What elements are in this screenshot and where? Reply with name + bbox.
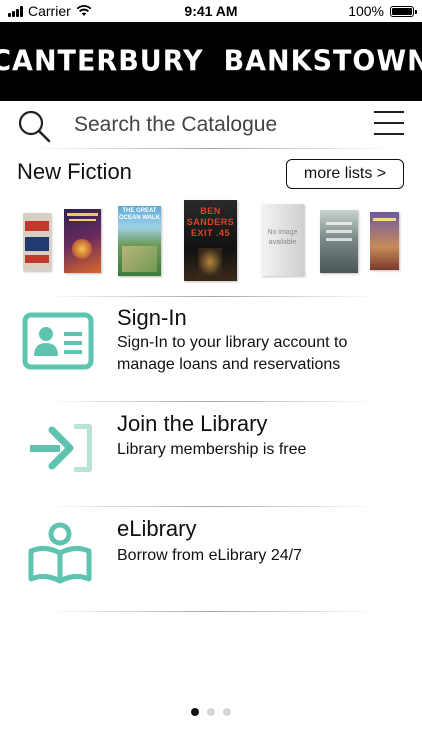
book-cover-4[interactable]: BEN SANDERS EXIT .45 [184, 200, 237, 281]
id-card-icon [22, 312, 94, 370]
book-cover-1[interactable] [23, 213, 51, 271]
row-divider-3 [46, 611, 376, 612]
book-cover-7[interactable] [370, 212, 399, 270]
page-dot-3[interactable] [223, 708, 231, 716]
join-library-description: Library membership is free [117, 441, 307, 458]
search-icon[interactable] [16, 108, 52, 144]
book-3-title: THE GREAT OCEAN WALK [119, 208, 160, 221]
book-cover-6[interactable] [320, 210, 358, 273]
brand-logo: CANTERBURY BANKSTOWN [0, 22, 422, 101]
status-right: 100% [348, 3, 417, 19]
battery-icon [390, 5, 417, 17]
search-divider [30, 148, 392, 149]
join-library-row[interactable]: Join the Library Library membership is f… [0, 402, 422, 506]
reader-book-icon [28, 522, 92, 584]
book-cover-5[interactable]: No image available [261, 204, 304, 276]
join-library-title: Join the Library [117, 411, 268, 436]
brand-word-left: CANTERBURY [0, 45, 204, 78]
elibrary-title: eLibrary [117, 516, 197, 541]
more-lists-button[interactable]: more lists > [286, 159, 404, 189]
search-bar [0, 101, 422, 149]
section-title-new-fiction: New Fiction [17, 159, 132, 184]
battery-percent: 100% [348, 3, 384, 19]
app-header: CANTERBURY BANKSTOWN [0, 22, 422, 101]
book-cover-3[interactable]: THE GREAT OCEAN WALK [118, 206, 161, 276]
page-dot-1[interactable] [191, 708, 199, 716]
sign-in-title: Sign-In [117, 305, 187, 330]
elibrary-description: Borrow from eLibrary 24/7 [117, 547, 302, 564]
sign-in-description: Sign-In to your library account to manag… [117, 334, 348, 373]
sign-in-row[interactable]: Sign-In Sign-In to your library account … [0, 296, 422, 400]
book-5-placeholder: No image available [267, 229, 298, 246]
page-indicator[interactable] [0, 708, 422, 716]
book-cover-2[interactable] [64, 209, 101, 273]
hamburger-menu-icon[interactable] [374, 109, 406, 137]
elibrary-row[interactable]: eLibrary Borrow from eLibrary 24/7 [0, 507, 422, 611]
brand-word-right: BANKSTOWN [223, 45, 422, 78]
search-input[interactable] [74, 109, 354, 141]
join-arrow-icon [30, 424, 92, 472]
status-bar: Carrier 9:41 AM 100% [0, 0, 422, 22]
page-dot-2[interactable] [207, 708, 215, 716]
book-4-title: BEN SANDERS EXIT .45 [186, 206, 235, 238]
